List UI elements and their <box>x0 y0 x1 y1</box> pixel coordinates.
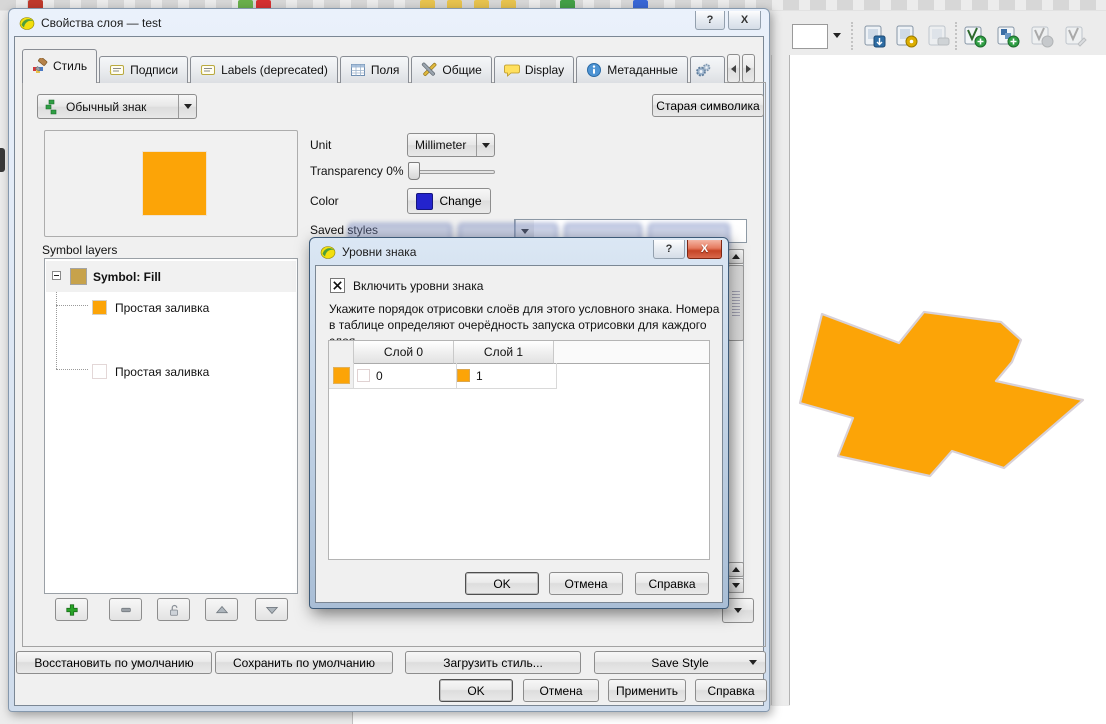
levels-help-button[interactable]: Справка <box>635 572 709 595</box>
cancel-button[interactable]: Отмена <box>523 679 599 702</box>
layer1-swatch <box>457 369 470 382</box>
qgis-logo-icon <box>19 15 35 31</box>
tab-diagrams-partial[interactable] <box>690 56 725 83</box>
tab-style[interactable]: Стиль <box>22 49 97 83</box>
levels-cancel-button[interactable]: Отмена <box>549 572 623 595</box>
save-default-button[interactable]: Сохранить по умолчанию <box>215 651 393 674</box>
tab-label: Labels (deprecated) <box>221 63 328 77</box>
tab-label: Поля <box>371 63 400 77</box>
background-icon-fragment <box>0 148 5 172</box>
ok-button[interactable]: OK <box>439 679 513 702</box>
info-icon <box>586 62 602 78</box>
new-spatialite-layer-icon[interactable] <box>1030 24 1054 48</box>
restore-default-button[interactable]: Восстановить по умолчанию <box>16 651 212 674</box>
cell-layer1[interactable]: 1 <box>454 363 557 389</box>
column-header-filler <box>554 341 709 364</box>
panel-divider <box>789 55 790 705</box>
toolbar-combo-arrow-icon[interactable] <box>833 33 841 38</box>
toolbar-combo-fragment[interactable] <box>792 24 828 49</box>
panel-divider <box>771 55 772 705</box>
apply-button[interactable]: Применить <box>608 679 686 702</box>
levels-ok-button[interactable]: OK <box>465 572 539 595</box>
map-canvas[interactable] <box>790 55 1106 724</box>
load-style-button[interactable]: Загрузить стиль... <box>405 651 581 674</box>
layer-properties-titlebar[interactable]: Свойства слоя — test <box>13 12 765 34</box>
tab-general[interactable]: Общие <box>411 56 491 83</box>
duplicate-composer-icon[interactable] <box>926 24 950 48</box>
composer-manager-icon[interactable] <box>862 24 886 48</box>
tab-label: Display <box>525 63 564 77</box>
column-header-layer0: Слой 0 <box>354 341 454 364</box>
tools-icon <box>421 62 437 78</box>
new-shapefile-layer-icon[interactable] <box>996 24 1020 48</box>
fields-table-icon <box>350 62 366 78</box>
new-composer-icon[interactable] <box>894 24 918 48</box>
cell-layer0[interactable]: 0 <box>354 363 457 389</box>
help-button[interactable]: Справка <box>695 679 767 702</box>
left-arrow-icon <box>731 65 736 73</box>
properties-tab-bar: Стиль Подписи Labels (deprecated) Поля О… <box>22 52 755 83</box>
help-titlebar-button[interactable]: ? <box>653 240 685 259</box>
dialog-title: Свойства слоя — test <box>41 16 161 30</box>
qgis-logo-icon <box>320 244 336 260</box>
dialog-client-area: Включить уровни знака Укажите порядок от… <box>315 265 723 603</box>
layer0-swatch <box>357 369 370 382</box>
save-style-dropdown-button[interactable]: Save Style <box>594 651 766 674</box>
tab-label: Стиль <box>53 59 87 73</box>
enable-levels-checkbox[interactable] <box>330 278 345 293</box>
tab-labels-deprecated[interactable]: Labels (deprecated) <box>190 56 338 83</box>
levels-table[interactable]: Слой 0 Слой 1 0 1 <box>328 340 710 560</box>
tab-label: Подписи <box>130 63 178 77</box>
layer1-value: 1 <box>476 369 483 383</box>
close-titlebar-button[interactable]: X <box>687 240 722 259</box>
right-arrow-icon <box>746 65 751 73</box>
speech-bubble-icon <box>504 62 520 78</box>
checkbox-x-mark-icon <box>332 280 343 291</box>
toolbar-separator <box>851 22 855 50</box>
tab-label: Метаданные <box>607 63 678 77</box>
dialog-title: Уровни знака <box>342 245 416 259</box>
enable-levels-label: Включить уровни знака <box>353 279 483 293</box>
labels-deprecated-icon <box>200 62 216 78</box>
tab-labels[interactable]: Подписи <box>99 56 188 83</box>
row-symbol-swatch <box>333 367 350 384</box>
help-titlebar-button[interactable]: ? <box>695 11 725 30</box>
new-vector-layer-icon[interactable] <box>963 24 987 48</box>
save-style-label: Save Style <box>651 656 708 670</box>
tab-fields[interactable]: Поля <box>340 56 410 83</box>
row-header-corner <box>329 341 354 364</box>
chevron-down-icon <box>749 660 757 665</box>
tab-scroll-right-button[interactable] <box>742 54 755 83</box>
symbol-levels-dialog: Уровни знака ? X Включить уровни знака У… <box>309 237 729 609</box>
toolbar-separator <box>955 22 959 50</box>
labels-icon <box>109 62 125 78</box>
layer0-value: 0 <box>376 369 383 383</box>
column-header-layer1: Слой 1 <box>454 341 554 364</box>
gears-icon <box>695 62 711 78</box>
tab-label: Общие <box>442 63 481 77</box>
tab-scroll-left-button[interactable] <box>727 54 740 83</box>
edit-vector-icon[interactable] <box>1064 24 1088 48</box>
tab-display[interactable]: Display <box>494 56 574 83</box>
tab-metadata[interactable]: Метаданные <box>576 56 688 83</box>
row-header-symbol-cell <box>329 363 354 389</box>
enable-levels-row[interactable]: Включить уровни знака <box>330 278 483 293</box>
close-titlebar-button[interactable]: X <box>728 11 761 30</box>
style-brush-icon <box>32 58 48 74</box>
